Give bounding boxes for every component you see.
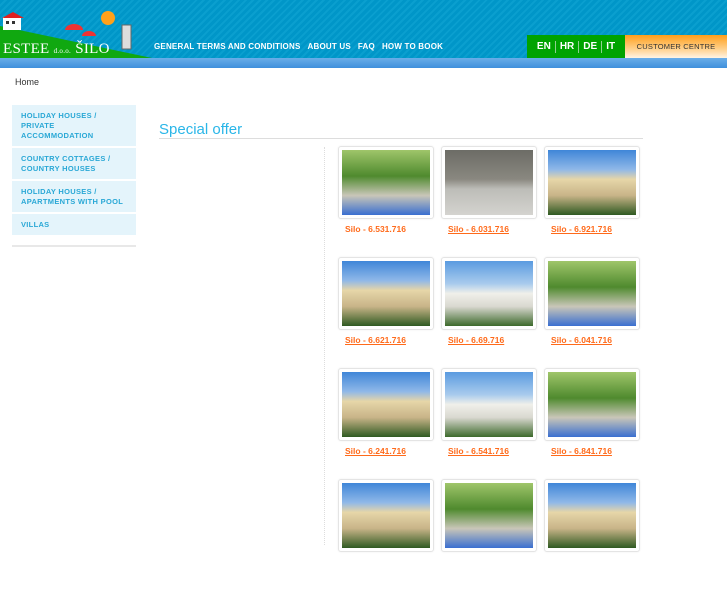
listing-link[interactable]: Silo - 6.621.716 [345,335,434,345]
listing-photo [445,372,533,437]
page-title: Special offer [159,121,243,138]
lang-it[interactable]: IT [601,40,619,53]
breadcrumb-home[interactable]: Home [15,77,39,87]
sidebar-item-villas[interactable]: VILLAS [12,214,136,235]
listing-photo [445,261,533,326]
listing-thumbnail[interactable] [338,479,434,552]
nav-faq[interactable]: FAQ [358,42,375,51]
nav-about-us[interactable]: ABOUT US [308,42,351,51]
listing-item: Silo - 6.921.716 [544,146,640,257]
header-bar [0,58,727,68]
listing-link[interactable]: Silo - 6.531.716 [345,224,434,234]
listing-thumbnail[interactable] [441,257,537,330]
listing-thumbnail[interactable] [544,146,640,219]
listing-link[interactable]: Silo - 6.841.716 [551,446,640,456]
customer-centre-button[interactable]: CUSTOMER CENTRE [625,35,727,58]
listing-item: Silo - 6.621.716 [338,257,434,368]
sidebar-item-label: COUNTRY COTTAGES / [21,154,111,163]
sidebar-item-label: HOLIDAY HOUSES / [21,111,97,120]
sidebar-item-label: APARTMENTS WITH POOL [21,197,124,206]
listing-thumbnail[interactable] [338,368,434,441]
sidebar-item-country-cottages[interactable]: COUNTRY COTTAGES / COUNTRY HOUSES [12,148,136,179]
listing-item: Silo - 6.541.716 [441,368,537,479]
logo-text: ESTEE d.o.o. ŠILO [3,41,110,57]
listing-photo [342,261,430,326]
sidebar-item-apartments-pool[interactable]: HOLIDAY HOUSES / APARTMENTS WITH POOL [12,181,136,212]
listing-thumbnail[interactable] [338,257,434,330]
listing-photo [548,261,636,326]
listing-item: Silo - 6.531.716 [338,146,434,257]
listing-item [441,479,537,590]
sidebar: HOLIDAY HOUSES / PRIVATE ACCOMMODATION CO… [12,105,136,247]
listing-photo [342,150,430,215]
listing-item: Silo - 6.69.716 [441,257,537,368]
listing-thumbnail[interactable] [338,146,434,219]
sidebar-item-label: PRIVATE ACCOMMODATION [21,121,94,140]
divider [159,138,643,139]
nav-general-terms[interactable]: GENERAL TERMS AND CONDITIONS [154,42,301,51]
listing-item: Silo - 6.241.716 [338,368,434,479]
listing-photo [548,483,636,548]
lang-hr[interactable]: HR [554,40,578,53]
lang-en[interactable]: EN [533,41,555,53]
listing-photo [342,372,430,437]
sidebar-item-label: VILLAS [21,220,50,229]
top-navigation: GENERAL TERMS AND CONDITIONS ABOUT US FA… [154,42,443,51]
listing-item: Silo - 6.841.716 [544,368,640,479]
sidebar-item-holiday-houses[interactable]: HOLIDAY HOUSES / PRIVATE ACCOMMODATION [12,105,136,146]
listing-link[interactable]: Silo - 6.041.716 [551,335,640,345]
listing-thumbnail[interactable] [441,368,537,441]
listing-link[interactable]: Silo - 6.541.716 [448,446,537,456]
listing-grid: Silo - 6.531.716 Silo - 6.031.716 Silo - 6… [338,146,640,590]
language-switcher: EN HR DE IT [527,35,625,58]
listing-link[interactable]: Silo - 6.031.716 [448,224,537,234]
sidebar-item-label: HOLIDAY HOUSES / [21,187,97,196]
listing-item: Silo - 6.031.716 [441,146,537,257]
listing-link[interactable]: Silo - 6.921.716 [551,224,640,234]
sidebar-item-label: COUNTRY HOUSES [21,164,96,173]
listing-link[interactable]: Silo - 6.69.716 [448,335,537,345]
listing-photo [548,372,636,437]
listing-item [338,479,434,590]
listing-photo [445,483,533,548]
listing-item [544,479,640,590]
listing-photo [342,483,430,548]
listing-thumbnail[interactable] [441,479,537,552]
listing-photo [445,150,533,215]
listing-thumbnail[interactable] [544,368,640,441]
nav-how-to-book[interactable]: HOW TO BOOK [382,42,443,51]
listing-thumbnail[interactable] [544,479,640,552]
listing-link[interactable]: Silo - 6.241.716 [345,446,434,456]
listing-item: Silo - 6.041.716 [544,257,640,368]
listing-thumbnail[interactable] [441,146,537,219]
listing-thumbnail[interactable] [544,257,640,330]
lang-de[interactable]: DE [578,40,601,53]
listing-photo [548,150,636,215]
divider [324,147,325,545]
logo[interactable]: ESTEE d.o.o. ŠILO [0,0,152,58]
